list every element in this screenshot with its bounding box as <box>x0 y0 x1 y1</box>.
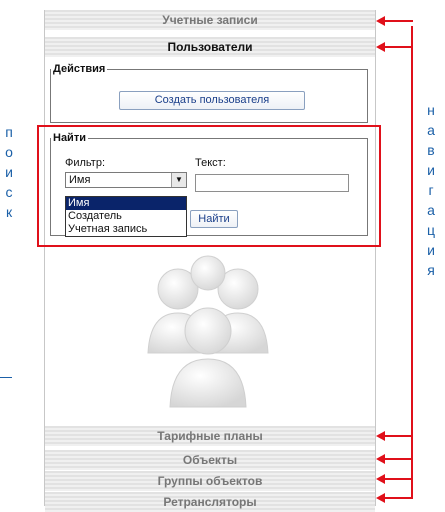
nav-users[interactable]: Пользователи <box>45 37 375 57</box>
nav-tariff-plans[interactable]: Тарифные планы <box>45 426 375 446</box>
arrow-line-groups <box>384 478 413 480</box>
navigation-bracket-line <box>411 26 413 498</box>
arrow-left-icon <box>376 454 385 464</box>
arrow-line-accounts <box>384 20 413 22</box>
users-panel: Учетные записи Пользователи Действия Соз… <box>44 10 376 512</box>
annotation-search: поиск <box>4 122 20 222</box>
nav-accounts[interactable]: Учетные записи <box>45 10 375 30</box>
nav-objects[interactable]: Объекты <box>45 450 375 470</box>
search-highlight-frame <box>37 125 381 247</box>
create-user-button[interactable]: Создать пользователя <box>119 91 305 110</box>
actions-legend: Действия <box>53 63 106 75</box>
actions-fieldset: Действия Создать пользователя <box>50 63 368 123</box>
arrow-left-icon <box>376 16 385 26</box>
arrow-left-icon <box>376 474 385 484</box>
arrow-line-objects <box>384 458 413 460</box>
nav-object-groups[interactable]: Группы объектов <box>45 471 375 491</box>
arrow-left-icon <box>376 42 385 52</box>
users-group-icon <box>147 255 269 408</box>
annotation-tick <box>0 377 12 378</box>
arrow-left-icon <box>376 493 385 503</box>
nav-repeaters[interactable]: Ретрансляторы <box>45 492 375 512</box>
arrow-left-icon <box>376 431 385 441</box>
annotation-navigation-text: навигация <box>426 102 436 278</box>
arrow-line-users <box>384 46 413 48</box>
annotation-search-text: поиск <box>5 124 13 220</box>
arrow-line-tariffs <box>384 435 413 437</box>
annotation-navigation: навигация <box>426 100 442 280</box>
arrow-line-repeaters <box>384 497 413 499</box>
